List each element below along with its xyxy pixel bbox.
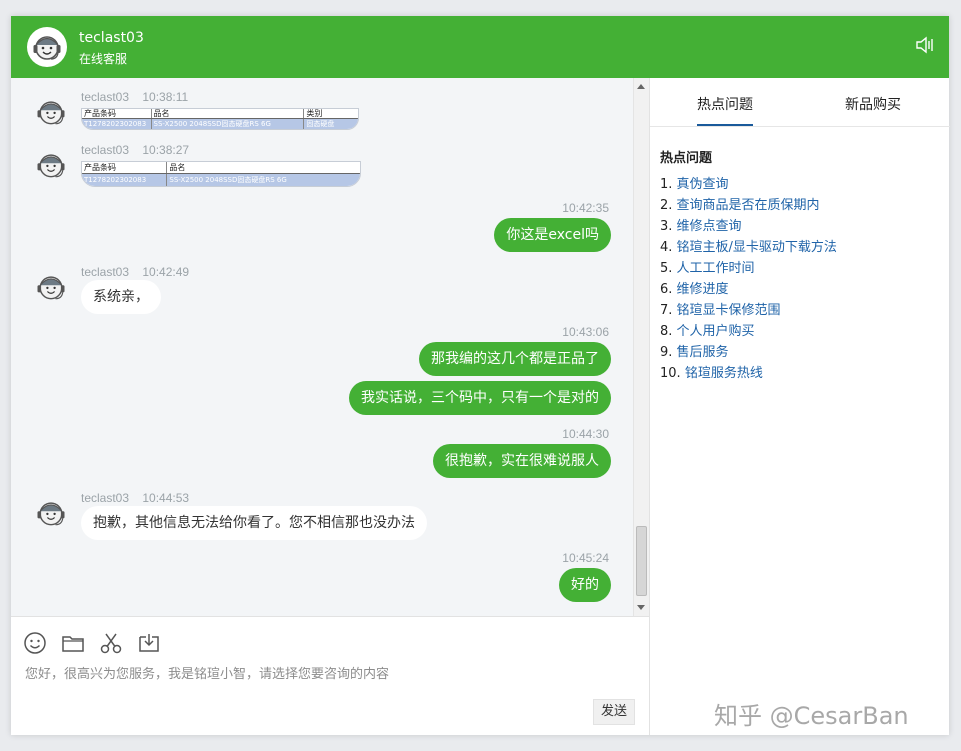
message-meta: teclast03 10:38:27 bbox=[81, 143, 190, 157]
faq-item: 7. 铭瑄显卡保修范围 bbox=[660, 303, 781, 318]
user-message: 我实话说，三个码中，只有一个是对的 bbox=[349, 381, 611, 415]
speaker-icon[interactable] bbox=[915, 36, 935, 54]
faq-link[interactable]: 售后服务 bbox=[677, 345, 729, 360]
message-meta: teclast03 10:38:11 bbox=[81, 90, 189, 104]
faq-link[interactable]: 真伪查询 bbox=[677, 177, 729, 192]
agent-message: 系统亲， bbox=[81, 280, 161, 314]
message-meta: teclast03 10:44:53 bbox=[81, 491, 190, 505]
chat-header: teclast03 在线客服 bbox=[11, 16, 949, 78]
tab-hot-questions[interactable]: 热点问题 bbox=[697, 94, 753, 126]
chat-scrollbar[interactable] bbox=[633, 78, 649, 616]
message-time: 10:43:06 bbox=[562, 325, 609, 339]
image-message[interactable]: 产品条码 品名 T1278202302083 SS-X2500 2048SSD固… bbox=[81, 161, 361, 187]
panel-tabs: 热点问题 新品购买 bbox=[650, 78, 950, 127]
faq-item: 9. 售后服务 bbox=[660, 345, 729, 360]
message-time: 10:45:24 bbox=[562, 551, 609, 565]
message-meta: teclast03 10:42:49 bbox=[81, 265, 190, 279]
faq-link[interactable]: 维修进度 bbox=[677, 282, 729, 297]
folder-icon[interactable] bbox=[61, 631, 85, 655]
user-message: 你这是excel吗 bbox=[494, 218, 611, 252]
faq-link[interactable]: 维修点查询 bbox=[677, 219, 742, 234]
faq-item: 2. 查询商品是否在质保期内 bbox=[660, 198, 820, 213]
faq-item: 8. 个人用户购买 bbox=[660, 324, 755, 339]
chat-window: teclast03 在线客服 teclast03 10:38:11 产品条码 品… bbox=[11, 16, 950, 735]
tab-new-products[interactable]: 新品购买 bbox=[845, 94, 901, 114]
agent-avatar-icon bbox=[37, 101, 65, 125]
agent-avatar-icon bbox=[37, 154, 65, 178]
agent-message: 抱歉，其他信息无法给你看了。您不相信那也没办法 bbox=[81, 506, 427, 540]
agent-avatar-icon bbox=[27, 27, 67, 67]
agent-name: teclast03 bbox=[79, 30, 144, 46]
faq-link[interactable]: 铭瑄显卡保修范围 bbox=[677, 303, 781, 318]
user-message: 好的 bbox=[559, 568, 611, 602]
image-message[interactable]: 产品条码 品名 类别 T1278202302083 SS-X2500 2048S… bbox=[81, 108, 359, 130]
send-button[interactable]: 发送 bbox=[593, 699, 635, 725]
faq-link[interactable]: 铭瑄主板/显卡驱动下载方法 bbox=[677, 240, 837, 255]
user-message: 很抱歉，实在很难说服人 bbox=[433, 444, 611, 478]
agent-status: 在线客服 bbox=[79, 52, 128, 66]
message-time: 10:44:30 bbox=[562, 427, 609, 441]
faq-item: 6. 维修进度 bbox=[660, 282, 729, 297]
side-panel: 热点问题 新品购买 热点问题 1. 真伪查询 2. 查询商品是否在质保期内 3.… bbox=[649, 78, 950, 735]
scroll-up-arrow-icon[interactable] bbox=[637, 84, 645, 89]
faq-link[interactable]: 铭瑄服务热线 bbox=[685, 366, 763, 381]
user-message: 那我编的这几个都是正品了 bbox=[419, 342, 611, 376]
faq-link[interactable]: 个人用户购买 bbox=[677, 324, 755, 339]
message-list[interactable]: teclast03 10:38:11 产品条码 品名 类别 T127820230… bbox=[11, 78, 649, 616]
scroll-down-arrow-icon[interactable] bbox=[637, 605, 645, 610]
panel-heading: 热点问题 bbox=[660, 151, 713, 166]
faq-item: 4. 铭瑄主板/显卡驱动下载方法 bbox=[660, 240, 837, 255]
agent-avatar-icon bbox=[37, 276, 65, 300]
faq-link[interactable]: 人工工作时间 bbox=[677, 261, 755, 276]
download-icon[interactable] bbox=[137, 631, 161, 655]
faq-link[interactable]: 查询商品是否在质保期内 bbox=[677, 198, 820, 213]
composer-prompt[interactable]: 您好，很高兴为您服务，我是铭瑄小智，请选择您要咨询的内容 bbox=[25, 663, 389, 682]
faq-item: 3. 维修点查询 bbox=[660, 219, 742, 234]
message-time: 10:42:35 bbox=[562, 201, 609, 215]
faq-item: 1. 真伪查询 bbox=[660, 177, 729, 192]
faq-item: 5. 人工工作时间 bbox=[660, 261, 755, 276]
faq-list: 1. 真伪查询 2. 查询商品是否在质保期内 3. 维修点查询 4. 铭瑄主板/… bbox=[660, 174, 837, 384]
emoji-icon[interactable] bbox=[23, 631, 47, 655]
scissors-icon[interactable] bbox=[99, 631, 123, 655]
scrollbar-thumb[interactable] bbox=[636, 526, 647, 596]
agent-avatar-icon bbox=[37, 502, 65, 526]
faq-item: 10. 铭瑄服务热线 bbox=[660, 366, 763, 381]
watermark: 知乎 @CesarBan bbox=[714, 702, 909, 730]
message-composer: 您好，很高兴为您服务，我是铭瑄小智，请选择您要咨询的内容 发送 bbox=[11, 616, 649, 735]
